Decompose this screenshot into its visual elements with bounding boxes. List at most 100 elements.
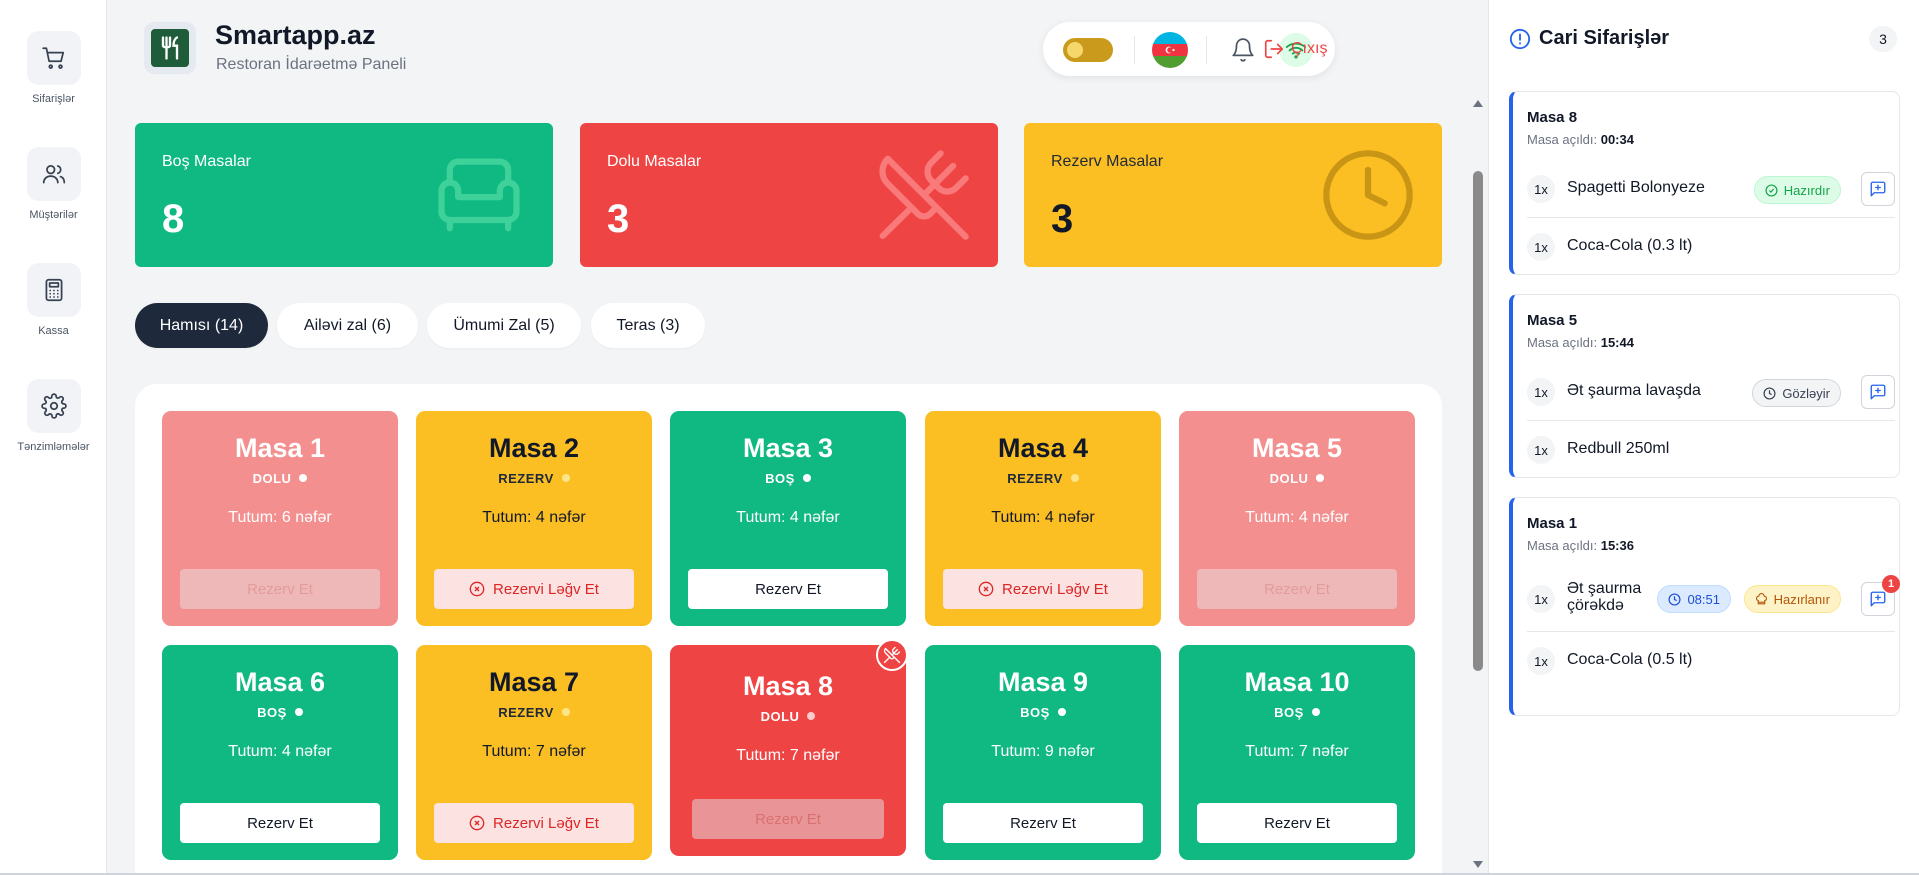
message-plus-icon bbox=[1870, 384, 1886, 400]
item-name: Ət şaurma çörəkdə bbox=[1567, 580, 1641, 614]
timer-value: 08:51 bbox=[1687, 591, 1720, 607]
reserve-button: Rezerv Et bbox=[692, 799, 884, 839]
tab-main-hall[interactable]: Ümumi Zal (5) bbox=[427, 303, 581, 348]
sidebar-item-orders[interactable]: Sifarişlər bbox=[0, 31, 107, 105]
azerbaijan-flag-icon[interactable] bbox=[1152, 32, 1188, 68]
table-card[interactable]: Masa 3 BOŞ Tutum: 4 nəfər Rezerv Et bbox=[670, 411, 906, 626]
add-note-button[interactable] bbox=[1861, 172, 1895, 206]
sidebar-item-settings[interactable]: Tənzimləmələr bbox=[0, 379, 107, 453]
sun-icon bbox=[1067, 42, 1083, 58]
table-capacity: Tutum: 4 nəfər bbox=[991, 509, 1095, 526]
logout-button[interactable]: Çıxış bbox=[1263, 38, 1327, 60]
status-label: REZERV bbox=[498, 471, 554, 486]
button-label: Rezervi Ləğv Et bbox=[1002, 580, 1108, 598]
item-name: Spagetti Bolonyeze bbox=[1567, 179, 1705, 196]
theme-toggle[interactable] bbox=[1063, 38, 1113, 62]
table-capacity: Tutum: 7 nəfər bbox=[736, 747, 840, 764]
table-card[interactable]: Masa 6 BOŞ Tutum: 4 nəfər Rezerv Et bbox=[162, 645, 398, 860]
button-label: Rezerv Et bbox=[247, 580, 313, 598]
status-dot bbox=[561, 708, 570, 716]
order-item: 1x Spagetti Bolonyeze Hazırdır bbox=[1527, 160, 1895, 218]
sidebar-item-customers[interactable]: Müştərilər bbox=[0, 147, 107, 221]
item-qty: 1x bbox=[1527, 436, 1555, 464]
check-circle-icon bbox=[1765, 183, 1778, 197]
main-scrollbar[interactable] bbox=[1470, 96, 1486, 875]
button-label: Rezervi Ləğv Et bbox=[493, 814, 599, 832]
tab-family-hall[interactable]: Ailəvi zal (6) bbox=[277, 303, 418, 348]
stat-value: 3 bbox=[607, 197, 630, 241]
add-note-button[interactable] bbox=[1861, 375, 1895, 409]
table-status: BOŞ bbox=[925, 705, 1161, 720]
tab-all[interactable]: Hamısı (14) bbox=[135, 303, 268, 348]
scrollbar-thumb[interactable] bbox=[1473, 171, 1483, 671]
x-circle-icon bbox=[469, 581, 485, 597]
cancel-reservation-button[interactable]: Rezervi Ləğv Et bbox=[943, 569, 1143, 609]
table-status: REZERV bbox=[416, 471, 652, 486]
x-circle-icon bbox=[469, 815, 485, 831]
table-card[interactable]: Masa 7 REZERV Tutum: 7 nəfər Rezervi Ləğ… bbox=[416, 645, 652, 860]
item-name-line: Ət şaurma bbox=[1567, 580, 1642, 597]
table-name: Masa 10 bbox=[1244, 667, 1350, 697]
clock-icon bbox=[1763, 386, 1776, 400]
table-card[interactable]: Masa 5 DOLU Tutum: 4 nəfər Rezerv Et bbox=[1179, 411, 1415, 626]
opened-label: Masa açıldı: bbox=[1527, 132, 1598, 147]
table-card[interactable]: Masa 1 DOLU Tutum: 6 nəfər Rezerv Et bbox=[162, 411, 398, 626]
status-dot bbox=[561, 474, 570, 482]
table-card[interactable]: Masa 4 REZERV Tutum: 4 nəfər Rezervi Ləğ… bbox=[925, 411, 1161, 626]
order-card: Masa 1 Masa açıldı: 15:36 1x Ət şaurma ç… bbox=[1509, 497, 1900, 716]
add-note-button[interactable]: 1 bbox=[1861, 575, 1900, 616]
orders-count-badge: 3 bbox=[1869, 26, 1897, 52]
fork-knife-icon bbox=[151, 29, 189, 67]
timer-badge: 08:51 bbox=[1657, 585, 1731, 613]
stat-label: Boş Masalar bbox=[162, 153, 251, 170]
reserve-button: Rezerv Et bbox=[180, 569, 380, 609]
note-count-badge: 1 bbox=[1882, 575, 1900, 593]
order-item: 1x Ət şaurma çörəkdə 08:51 Hazırlanır 1 bbox=[1527, 566, 1900, 632]
item-qty: 1x bbox=[1527, 647, 1555, 675]
item-name: Redbull 250ml bbox=[1567, 440, 1670, 457]
button-label: Rezerv Et bbox=[755, 580, 821, 598]
reserve-button[interactable]: Rezerv Et bbox=[688, 569, 888, 609]
clock-icon bbox=[1323, 150, 1413, 240]
button-label: Rezerv Et bbox=[247, 814, 313, 832]
table-card[interactable]: Masa 9 BOŞ Tutum: 9 nəfər Rezerv Et bbox=[925, 645, 1161, 860]
order-card: Masa 5 Masa açıldı: 15:44 1x Ət şaurma l… bbox=[1509, 294, 1900, 478]
scroll-up-arrow[interactable] bbox=[1473, 100, 1483, 107]
status-label: DOLU bbox=[1269, 471, 1309, 486]
clock-icon bbox=[1668, 592, 1681, 606]
order-table-name: Masa 5 bbox=[1527, 312, 1578, 329]
table-name: Masa 2 bbox=[488, 433, 580, 463]
reserve-button[interactable]: Rezerv Et bbox=[1197, 803, 1397, 843]
opened-label: Masa açıldı: bbox=[1527, 538, 1598, 553]
cancel-reservation-button[interactable]: Rezervi Ləğv Et bbox=[434, 569, 634, 609]
table-capacity: Tutum: 4 nəfər bbox=[1245, 509, 1349, 526]
table-name: Masa 4 bbox=[997, 433, 1089, 463]
table-capacity: Tutum: 4 nəfər bbox=[228, 743, 332, 760]
item-name: Coca-Cola (0.3 lt) bbox=[1567, 237, 1693, 254]
order-opened-time: Masa açıldı: 15:44 bbox=[1527, 335, 1634, 350]
reserve-button[interactable]: Rezerv Et bbox=[943, 803, 1143, 843]
table-card[interactable]: Masa 2 REZERV Tutum: 4 nəfər Rezervi Ləğ… bbox=[416, 411, 652, 626]
sidebar-item-cashier[interactable]: Kassa bbox=[0, 263, 107, 337]
table-name: Masa 7 bbox=[488, 667, 580, 697]
table-status: REZERV bbox=[416, 705, 652, 720]
table-status: DOLU bbox=[162, 471, 398, 486]
reserve-button[interactable]: Rezerv Et bbox=[180, 803, 380, 843]
status-label: Hazırlanır bbox=[1773, 591, 1830, 607]
button-label: Rezervi Ləğv Et bbox=[493, 580, 599, 598]
table-status: BOŞ bbox=[670, 471, 906, 486]
bell-icon[interactable] bbox=[1230, 37, 1256, 63]
logout-icon bbox=[1264, 39, 1284, 59]
table-capacity: Tutum: 7 nəfər bbox=[1245, 743, 1349, 760]
table-status: DOLU bbox=[670, 709, 906, 724]
table-card[interactable]: Masa 8 DOLU Tutum: 7 nəfər Rezerv Et bbox=[670, 639, 908, 856]
status-label: REZERV bbox=[498, 705, 554, 720]
cancel-reservation-button[interactable]: Rezervi Ləğv Et bbox=[434, 803, 634, 843]
chef-hat-icon bbox=[1755, 592, 1767, 604]
scroll-down-arrow[interactable] bbox=[1473, 861, 1483, 868]
order-opened-time: Masa açıldı: 15:36 bbox=[1527, 538, 1634, 553]
table-name: Masa 8 bbox=[742, 671, 834, 701]
table-card[interactable]: Masa 10 BOŞ Tutum: 7 nəfər Rezerv Et bbox=[1179, 645, 1415, 860]
status-label: Hazırdır bbox=[1783, 182, 1830, 198]
tab-terrace[interactable]: Teras (3) bbox=[591, 303, 705, 348]
